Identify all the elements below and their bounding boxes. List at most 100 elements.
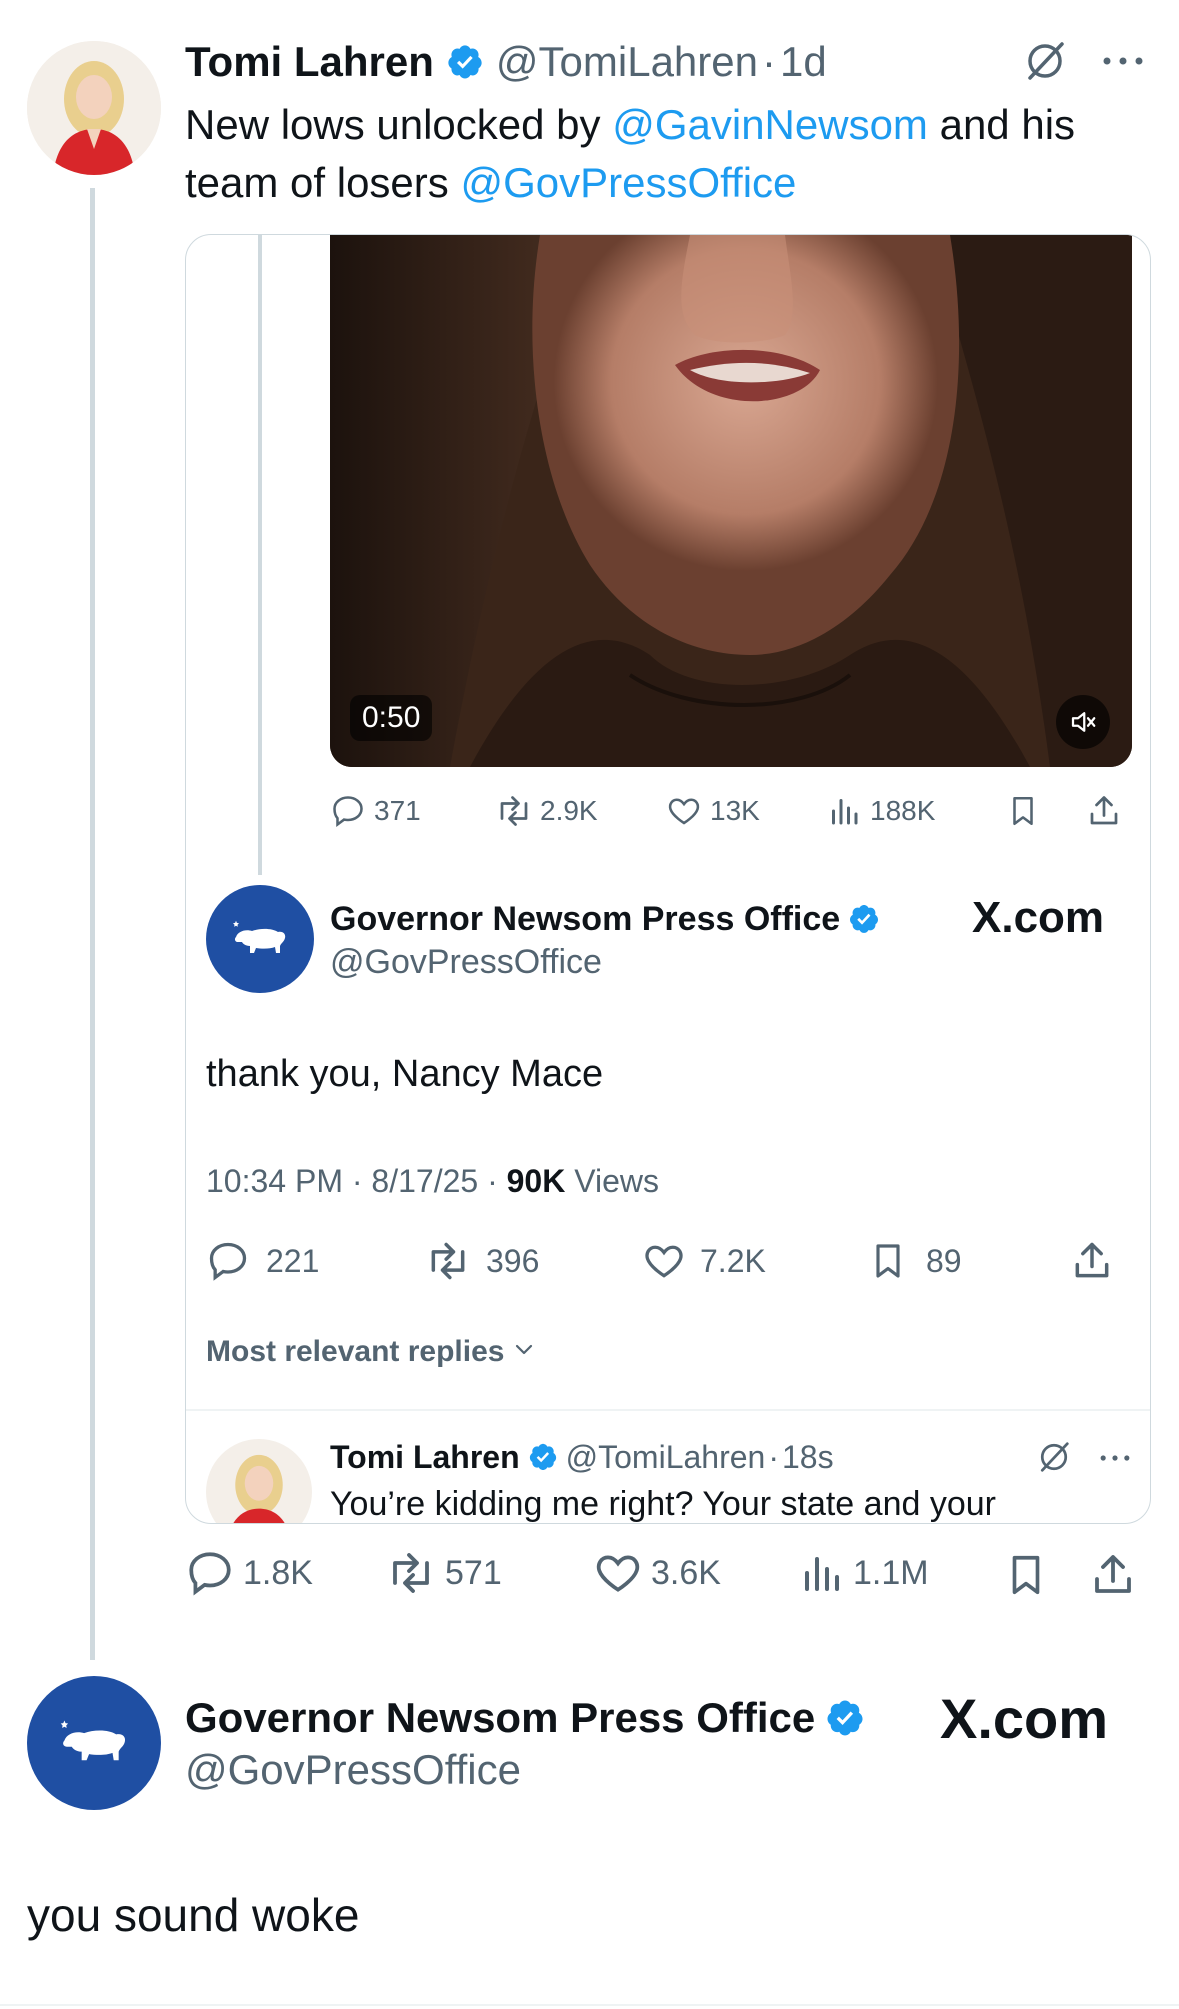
most-relevant-replies[interactable]: Most relevant replies [206,1335,536,1369]
video-duration-badge: 0:50 [350,695,433,741]
tweet-stats-row: 1.8K 571 3.6K 1.1M [185,1548,1145,1604]
reply-time[interactable]: 18s [782,1439,834,1476]
tweet-text: New lows unlocked by @GavinNewsom and hi… [185,96,1145,212]
quoted-repost-count: 396 [486,1242,540,1279]
heart-icon [666,793,702,829]
divider [186,1409,1150,1411]
share-icon[interactable] [1070,1239,1114,1291]
bookmark-icon[interactable] [1003,1550,1049,1609]
mention-govpress[interactable]: @GovPressOffice [460,159,796,206]
quoted-stats-row: 221 396 7.2K 89 [206,1239,1132,1289]
inner-thread-line [258,235,262,875]
reply-count: 1.8K [243,1553,313,1592]
quoted-bookmark-stat[interactable]: 89 [868,1239,962,1283]
quoted-bookmark-count: 89 [926,1242,962,1279]
quoted-tweet-text: thank you, Nancy Mace [206,1053,604,1095]
separator: · [762,38,776,85]
separator: · [768,1438,779,1475]
most-relevant-label: Most relevant replies [206,1335,505,1368]
views-stat[interactable]: 1.1M [797,1548,929,1598]
video-repost-count: 2.9K [540,795,598,826]
views-count: 90K [506,1163,566,1199]
tweet-header: Tomi Lahren @TomiLahren · 1d [185,36,827,88]
mention-gavin[interactable]: @GavinNewsom [612,101,928,148]
quoted-date[interactable]: 8/17/25 [371,1163,478,1199]
like-stat[interactable]: 3.6K [593,1548,721,1598]
bear-icon [60,1720,126,1761]
repost-icon [494,793,534,829]
gov-avatar[interactable] [206,885,314,993]
video-stats-row: 371 2.9K 13K 188K [330,787,1140,837]
quoted-time[interactable]: 10:34 PM [206,1163,343,1199]
meta-separator: · [342,1163,372,1199]
video-views-stat[interactable]: 188K [826,793,935,829]
video-views-count: 188K [870,795,936,826]
quoted-author-row: Governor Newsom Press Office [330,897,880,941]
reply-author-name[interactable]: Tomi Lahren [330,1439,520,1476]
text-part: New lows unlocked by [185,101,613,148]
muted-speaker-icon[interactable] [1056,695,1110,749]
chevron-down-icon [512,1335,536,1369]
bear-icon [233,920,286,953]
grok-icon[interactable] [1036,1439,1072,1480]
video-reply-count: 371 [374,795,421,826]
author-avatar[interactable] [27,41,161,175]
repost-icon [424,1239,472,1283]
reply-stat[interactable]: 1.8K [185,1548,313,1598]
bookmark-icon[interactable] [1006,793,1040,836]
reply-tweet-text: you sound woke [27,1889,360,1941]
quoted-repost-stat[interactable]: 396 [424,1239,539,1283]
reply-author-row: Governor Newsom Press Office [185,1692,865,1744]
verified-badge-icon [848,903,880,935]
share-icon[interactable] [1089,1550,1137,1609]
heart-icon [642,1239,686,1283]
reply-author-name[interactable]: Governor Newsom Press Office [185,1694,815,1742]
author-handle[interactable]: @TomiLahren [496,38,758,86]
quoted-author-handle[interactable]: @GovPressOffice [330,943,602,982]
reply-avatar[interactable] [206,1439,312,1523]
quoted-tweet-card[interactable]: 0:50 371 2.9K 13K 188K Governor Newsom P… [185,234,1151,1524]
x-brand-logo: X.com [972,893,1105,942]
verified-badge-icon [446,43,484,81]
views-label: Views [574,1163,659,1199]
quoted-like-stat[interactable]: 7.2K [642,1239,766,1283]
repost-stat[interactable]: 571 [385,1548,502,1598]
video-duration: 0:50 [362,701,421,734]
video-player[interactable]: 0:50 [330,235,1132,767]
reply-icon [185,1548,235,1598]
video-reply-stat[interactable]: 371 [330,793,421,829]
video-repost-stat[interactable]: 2.9K [494,793,598,829]
meta-separator: · [478,1163,507,1199]
quoted-author-name[interactable]: Governor Newsom Press Office [330,900,840,939]
views-icon [797,1548,845,1598]
video-like-stat[interactable]: 13K [666,793,760,829]
heart-icon [593,1548,643,1598]
share-icon[interactable] [1086,793,1122,836]
quoted-tweet-meta: 10:34 PM · 8/17/25 · 90K Views [206,1163,659,1200]
grok-icon[interactable] [1022,38,1068,84]
verified-badge-icon [528,1442,558,1472]
author-name[interactable]: Tomi Lahren [185,38,434,86]
quoted-like-count: 7.2K [700,1242,766,1279]
views-count: 1.1M [853,1553,929,1592]
quoted-reply-count: 221 [266,1242,320,1279]
more-options-icon[interactable] [1100,54,1146,68]
thread-line [90,188,95,1660]
x-brand-logo: X.com [940,1687,1109,1750]
gov-avatar[interactable] [27,1676,161,1810]
bookmark-icon [868,1239,908,1283]
repost-icon [385,1548,437,1598]
video-thumbnail [330,235,1132,767]
reply-handle[interactable]: @TomiLahren [566,1439,766,1476]
reply-header: Tomi Lahren @TomiLahren · 18s [330,1435,834,1479]
reply-text: You’re kidding me right? Your state and … [330,1485,996,1523]
views-icon [826,793,862,829]
more-options-icon[interactable] [1098,1451,1132,1469]
reply-icon [206,1239,250,1283]
video-like-count: 13K [710,795,760,826]
like-count: 3.6K [651,1553,721,1592]
quoted-reply-stat[interactable]: 221 [206,1239,319,1283]
reply-handle[interactable]: @GovPressOffice [185,1746,521,1794]
repost-count: 571 [445,1553,502,1592]
tweet-time[interactable]: 1d [780,38,827,86]
